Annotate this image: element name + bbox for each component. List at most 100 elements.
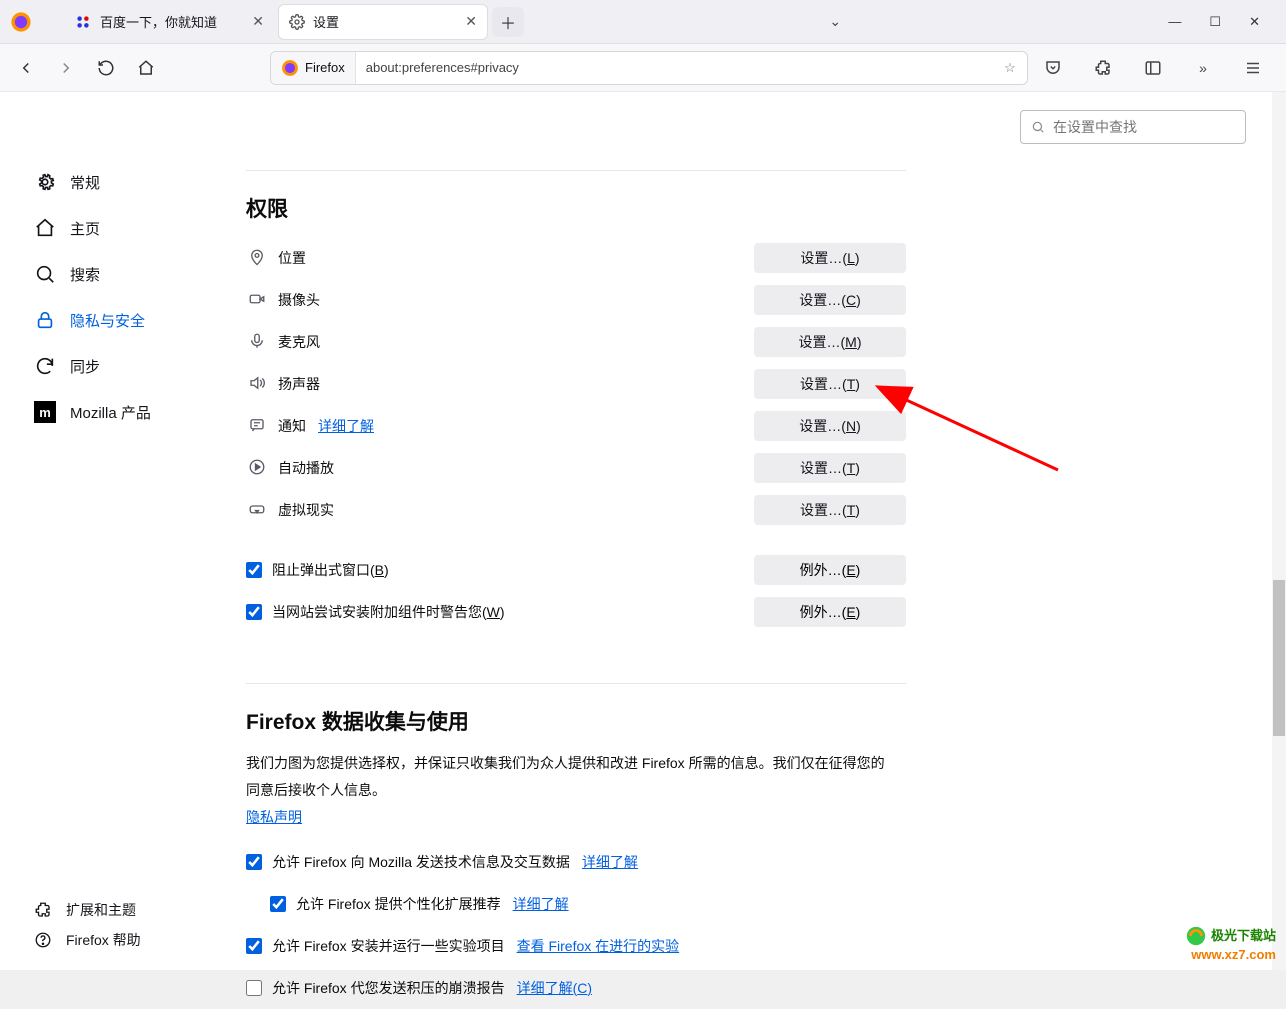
firefox-icon [281, 59, 299, 77]
url-text: about:preferences#privacy [356, 60, 993, 75]
data-collection-desc: 我们力图为您提供选择权，并保证只收集我们为众人提供和改进 Firefox 所需的… [246, 750, 886, 803]
perm-row-vr: 虚拟现实 设置…(T) [246, 489, 906, 531]
learn-more-link[interactable]: 详细了解 [513, 894, 569, 914]
search-icon [34, 263, 56, 285]
back-button[interactable] [10, 51, 42, 85]
sidebar-item-label: 扩展和主题 [66, 900, 136, 920]
tab-settings[interactable]: 设置 ✕ [278, 4, 488, 40]
vr-icon [246, 500, 268, 521]
sidebar-item-label: Mozilla 产品 [70, 402, 151, 423]
learn-more-link[interactable]: 详细了解 [582, 852, 638, 872]
minimize-button[interactable]: — [1168, 14, 1181, 29]
perm-row-speaker: 扬声器 设置…(T) [246, 363, 906, 405]
settings-search-input[interactable] [1053, 119, 1235, 135]
sidebar-item-label: 常规 [70, 172, 100, 193]
exceptions-button-popups[interactable]: 例外…(E) [754, 555, 906, 585]
location-icon [246, 248, 268, 269]
sidebar-item-home[interactable]: 主页 [34, 208, 246, 248]
reload-button[interactable] [90, 51, 122, 85]
nav-toolbar: Firefox about:preferences#privacy ☆ » [0, 44, 1286, 92]
settings-button-vr[interactable]: 设置…(T) [754, 495, 906, 525]
microphone-icon [246, 332, 268, 353]
sidebar-item-sync[interactable]: 同步 [34, 346, 246, 386]
settings-button-autoplay[interactable]: 设置…(T) [754, 453, 906, 483]
crash-reports-checkbox[interactable] [246, 980, 262, 996]
tab-baidu[interactable]: 百度一下，你就知道 ✕ [64, 4, 274, 40]
main-content: 权限 位置 设置…(L) 摄像头 设置…(C) 麦克风 设置…(M) 扬声器 设… [246, 92, 1286, 970]
tab-label: 百度一下，你就知道 [100, 12, 217, 31]
exceptions-button-addons[interactable]: 例外…(E) [754, 597, 906, 627]
sidebar-toggle-button[interactable] [1136, 51, 1170, 85]
firefox-logo-icon [4, 5, 38, 39]
sidebar-item-help[interactable]: Firefox 帮助 [34, 930, 141, 950]
close-window-button[interactable]: ✕ [1249, 14, 1260, 30]
mozilla-icon: m [34, 401, 56, 423]
check-label: 当网站尝试安装附加组件时警告您(W) [272, 602, 505, 622]
settings-button-location[interactable]: 设置…(L) [754, 243, 906, 273]
gear-icon [289, 14, 305, 30]
perm-label: 位置 [278, 248, 306, 268]
check-label: 允许 Firefox 提供个性化扩展推荐 [296, 894, 501, 914]
watermark-icon [1185, 925, 1207, 947]
close-icon[interactable]: ✕ [465, 13, 477, 30]
close-icon[interactable]: ✕ [252, 13, 264, 30]
gear-icon [34, 171, 56, 193]
sidebar-item-extensions[interactable]: 扩展和主题 [34, 900, 141, 920]
check-row-studies: 允许 Firefox 安装并运行一些实验项目 查看 Firefox 在进行的实验 [246, 925, 906, 967]
bookmark-star-icon[interactable]: ☆ [993, 60, 1027, 76]
telemetry-checkbox[interactable] [246, 854, 262, 870]
pocket-button[interactable] [1036, 51, 1070, 85]
sidebar-item-search[interactable]: 搜索 [34, 254, 246, 294]
sidebar-item-label: Firefox 帮助 [66, 930, 141, 950]
baidu-icon [74, 13, 92, 31]
check-label: 阻止弹出式窗口(B) [272, 560, 389, 580]
settings-button-microphone[interactable]: 设置…(M) [754, 327, 906, 357]
app-menu-button[interactable] [1236, 51, 1270, 85]
sync-icon [34, 355, 56, 377]
perm-row-notifications: 通知 详细了解 设置…(N) [246, 405, 906, 447]
tab-label: 设置 [313, 12, 339, 31]
perm-label: 虚拟现实 [278, 500, 334, 520]
lock-icon [34, 309, 56, 331]
speaker-icon [246, 374, 268, 395]
studies-checkbox[interactable] [246, 938, 262, 954]
settings-button-speaker[interactable]: 设置…(T) [754, 369, 906, 399]
view-studies-link[interactable]: 查看 Firefox 在进行的实验 [517, 936, 680, 956]
check-row-popups: 阻止弹出式窗口(B) 例外…(E) [246, 549, 906, 591]
warn-addons-checkbox[interactable] [246, 604, 262, 620]
sidebar-item-mozilla[interactable]: m Mozilla 产品 [34, 392, 246, 432]
perm-row-camera: 摄像头 设置…(C) [246, 279, 906, 321]
camera-icon [246, 290, 268, 311]
perm-row-autoplay: 自动播放 设置…(T) [246, 447, 906, 489]
learn-more-link[interactable]: 详细了解 [318, 416, 374, 436]
check-row-addons: 当网站尝试安装附加组件时警告您(W) 例外…(E) [246, 591, 906, 633]
autoplay-icon [246, 458, 268, 479]
forward-button[interactable] [50, 51, 82, 85]
check-label: 允许 Firefox 向 Mozilla 发送技术信息及交互数据 [272, 852, 570, 872]
home-icon [34, 217, 56, 239]
block-popups-checkbox[interactable] [246, 562, 262, 578]
identity-label: Firefox [305, 60, 345, 75]
settings-button-notifications[interactable]: 设置…(N) [754, 411, 906, 441]
check-label: 允许 Firefox 安装并运行一些实验项目 [272, 936, 505, 956]
sidebar-item-general[interactable]: 常规 [34, 162, 246, 202]
privacy-notice-link[interactable]: 隐私声明 [246, 809, 302, 825]
sidebar-item-privacy[interactable]: 隐私与安全 [34, 300, 246, 340]
settings-button-camera[interactable]: 设置…(C) [754, 285, 906, 315]
home-button[interactable] [130, 51, 162, 85]
new-tab-button[interactable]: ＋ [492, 7, 524, 37]
url-bar[interactable]: Firefox about:preferences#privacy ☆ [270, 51, 1028, 85]
maximize-button[interactable]: ☐ [1209, 14, 1221, 30]
help-icon [34, 931, 52, 949]
check-row-crash-reports: 允许 Firefox 代您发送积压的崩溃报告 详细了解(C) [246, 967, 906, 1009]
titlebar: 百度一下，你就知道 ✕ 设置 ✕ ＋ ⌄ — ☐ ✕ [0, 0, 1286, 44]
extensions-button[interactable] [1086, 51, 1120, 85]
search-icon [1031, 120, 1045, 134]
category-sidebar: 常规 主页 搜索 隐私与安全 同步 m Mozilla 产品 扩展和主题 [0, 92, 246, 970]
overflow-button[interactable]: » [1186, 51, 1220, 85]
identity-chip[interactable]: Firefox [271, 52, 356, 84]
settings-search[interactable] [1020, 110, 1246, 144]
personalized-reco-checkbox[interactable] [270, 896, 286, 912]
tablist-chevron-icon[interactable]: ⌄ [829, 13, 841, 30]
learn-more-link[interactable]: 详细了解(C) [517, 978, 592, 998]
